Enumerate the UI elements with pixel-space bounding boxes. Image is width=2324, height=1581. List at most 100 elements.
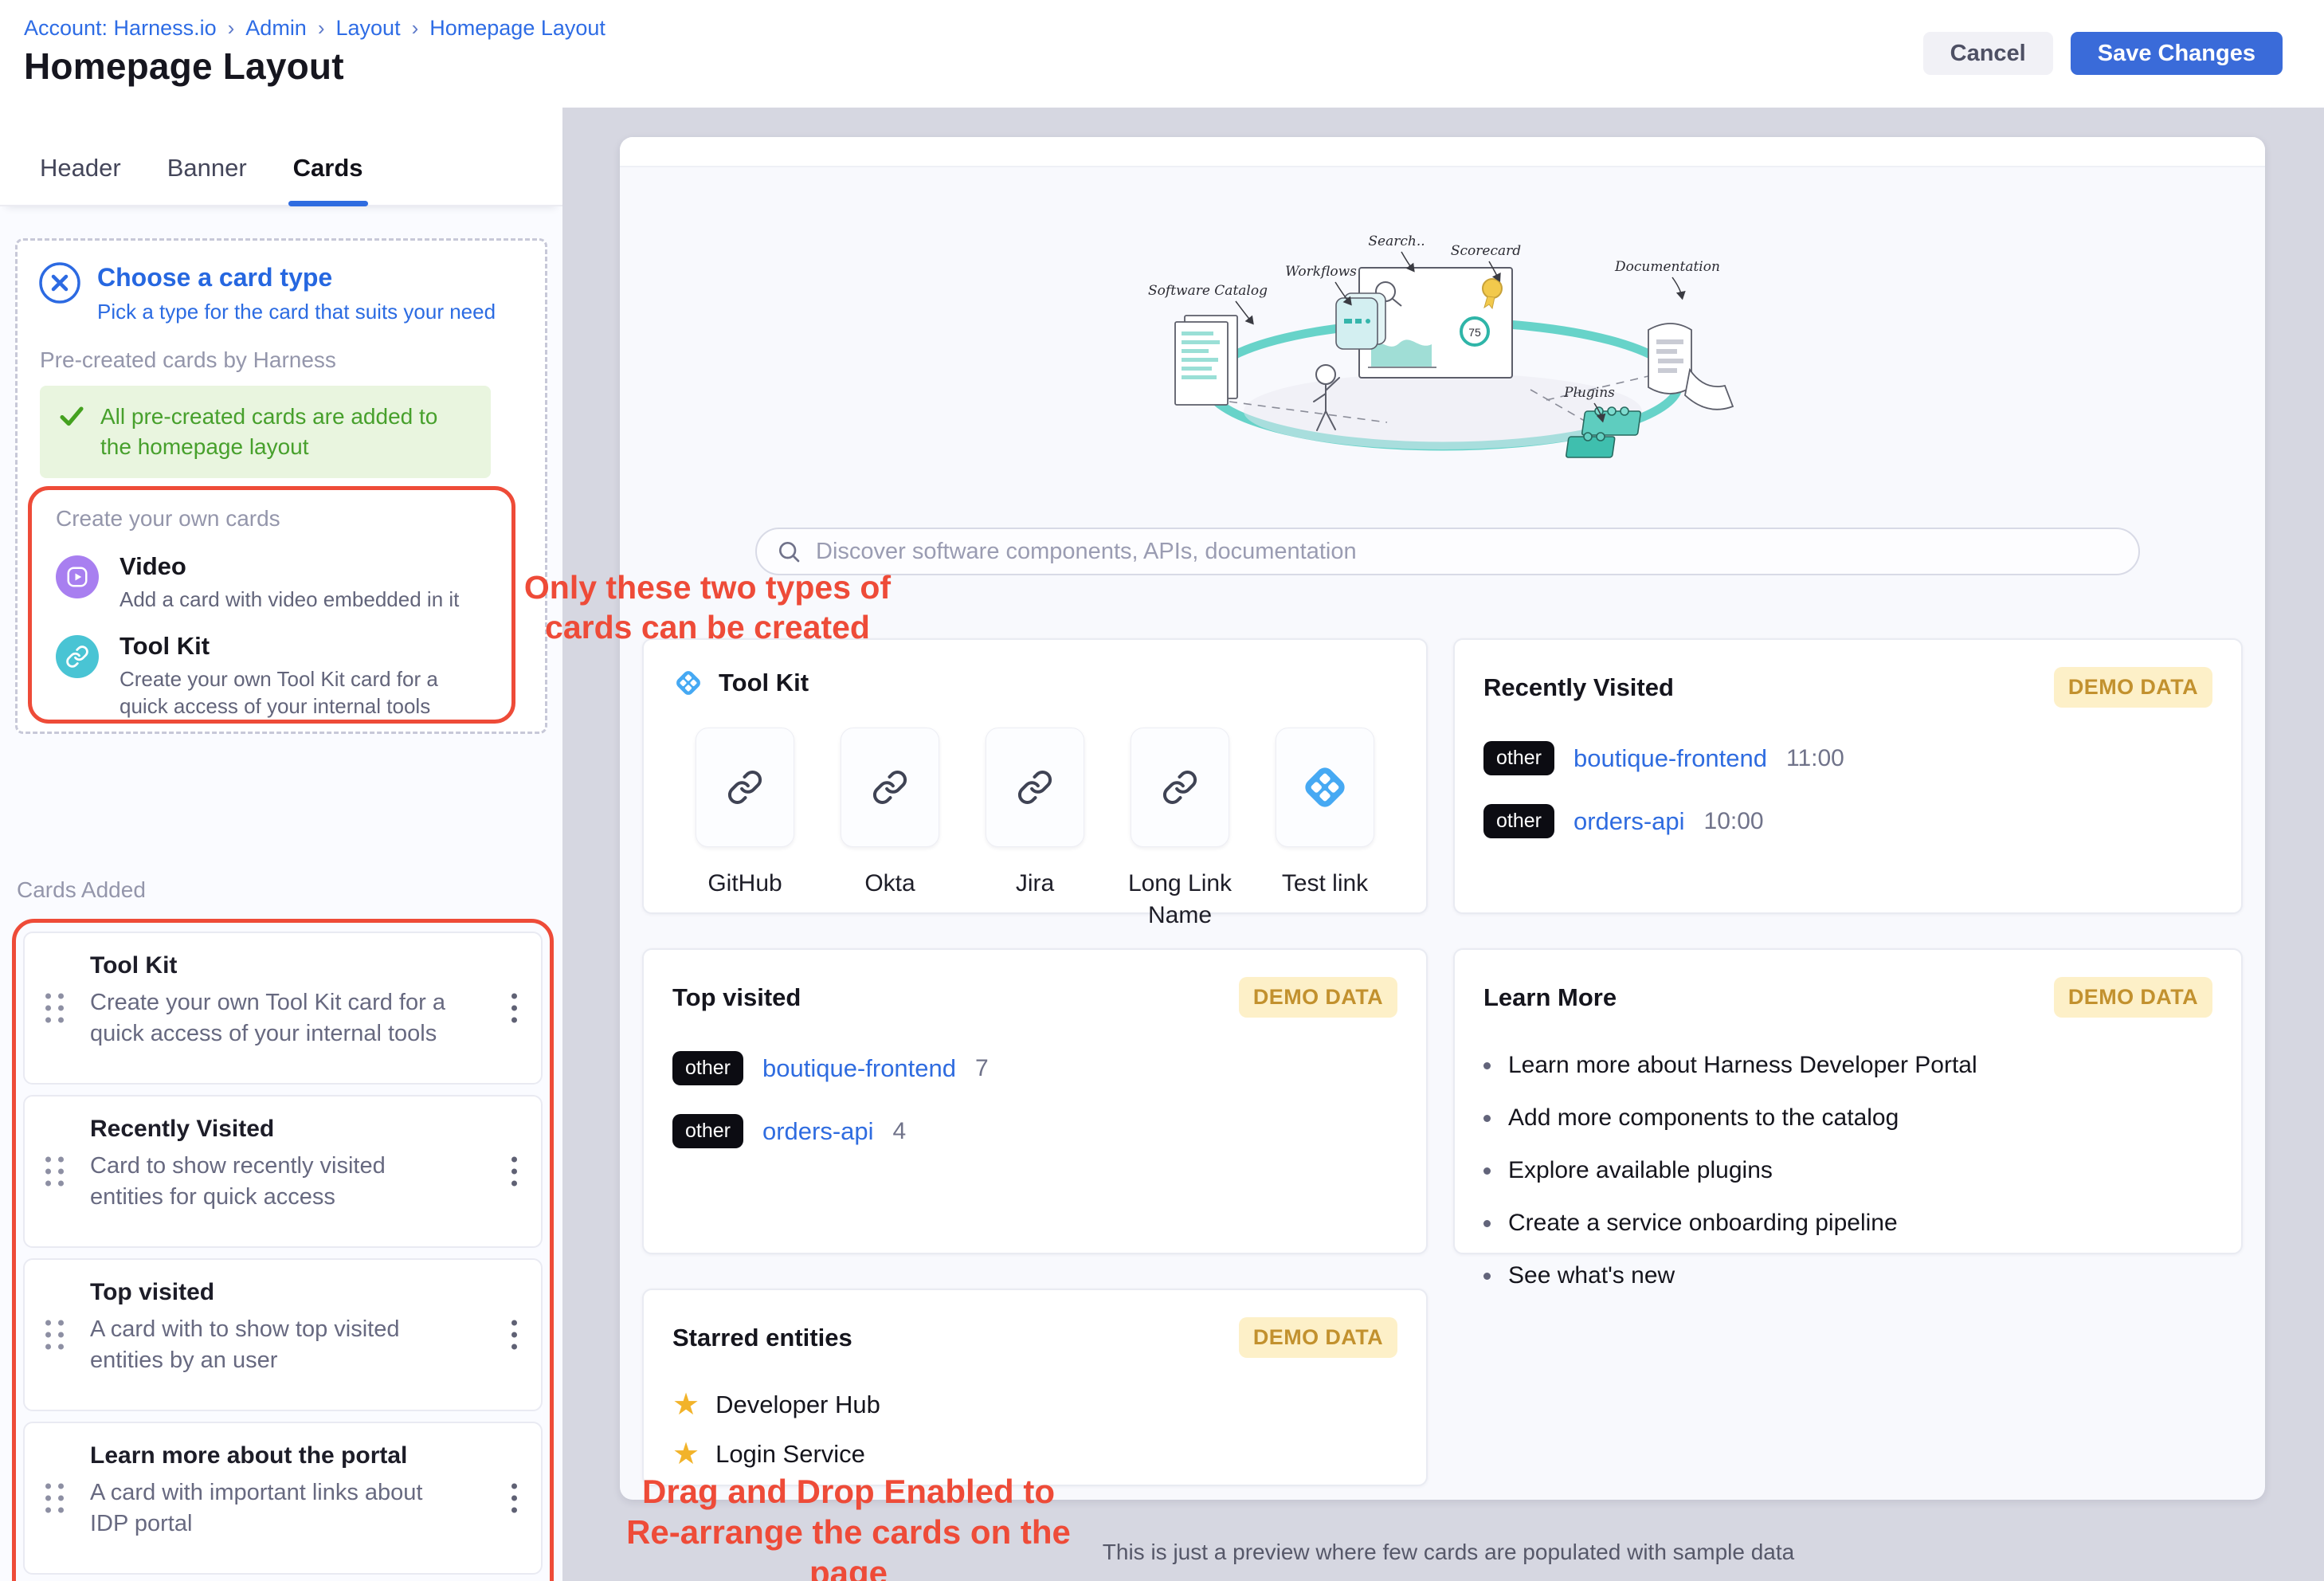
link-icon [727,769,763,806]
breadcrumb-admin-link[interactable]: Admin [245,16,307,41]
entity-count: 7 [975,1055,989,1082]
added-card-title: Learn more about the portal [90,1442,407,1469]
kebab-menu-icon[interactable] [505,1151,523,1193]
drag-handle-icon[interactable] [45,1484,65,1513]
starred-entity-row[interactable]: ★Developer Hub [672,1390,1397,1420]
drag-handle-icon[interactable] [45,1157,65,1187]
toolkit-link-jira[interactable]: Jira [962,728,1107,932]
breadcrumb-homepage-layout-link[interactable]: Homepage Layout [429,16,605,41]
entity-row: other boutique-frontend 7 [672,1051,1397,1085]
entity-row: other orders-api 10:00 [1483,804,2212,838]
preview-search-bar [755,528,2140,575]
learn-more-text: Create a service onboarding pipeline [1508,1207,1898,1239]
bullet-icon [1483,1167,1491,1175]
toolkit-link-label: Okta [864,868,915,900]
kebab-menu-icon[interactable] [505,1314,523,1356]
kebab-menu-icon[interactable] [505,987,523,1030]
learn-more-item[interactable]: Add more components to the catalog [1483,1102,2212,1134]
learn-more-item[interactable]: Create a service onboarding pipeline [1483,1207,2212,1239]
entity-time: 10:00 [1704,808,1764,835]
card-type-option-toolkit[interactable]: Tool Kit Create your own Tool Kit card f… [56,632,478,720]
card-title: Top visited [672,983,801,1012]
svg-text:Documentation: Documentation [1614,259,1720,275]
homepage-preview-panel: 75 Software Catalog Wo [620,137,2265,1500]
tab-banner[interactable]: Banner [167,154,247,205]
entity-link[interactable]: boutique-frontend [762,1054,956,1083]
harness-diamond-icon [672,667,704,699]
breadcrumb-account-link[interactable]: Account: Harness.io [24,16,217,41]
preview-card-toolkit: Tool Kit GitHub Okta Jira Long Link Name [642,638,1428,914]
sidebar: Header Banner Cards Choose a card type P… [0,108,562,1581]
svg-text:Scorecard: Scorecard [1450,243,1520,259]
breadcrumb-layout-link[interactable]: Layout [336,16,401,41]
learn-more-item[interactable]: Learn more about Harness Developer Porta… [1483,1049,2212,1081]
starred-entity-name: Developer Hub [715,1391,880,1419]
header-actions: Cancel Save Changes [1923,32,2283,75]
added-card-desc: A card with to show top visited entities… [90,1314,464,1376]
added-card-title: Recently Visited [90,1116,274,1143]
option-title: Video [120,552,459,581]
card-title: Starred entities [672,1324,852,1352]
link-icon [1162,769,1198,806]
demo-data-badge: DEMO DATA [1239,1317,1397,1358]
entity-link[interactable]: orders-api [762,1117,874,1146]
toolkit-link-label: Jira [1016,868,1054,900]
bullet-icon [1483,1062,1491,1069]
page-title: Homepage Layout [24,45,344,88]
link-icon [872,769,908,806]
svg-text:Software Catalog: Software Catalog [1148,283,1268,299]
preview-card-top-visited: Top visited DEMO DATA other boutique-fro… [642,948,1428,1254]
bullet-icon [1483,1220,1491,1227]
cancel-button[interactable]: Cancel [1923,32,2053,75]
added-card-top-visited[interactable]: Top visited A card with to show top visi… [23,1258,543,1411]
drag-handle-icon[interactable] [45,1320,65,1350]
learn-more-text: Explore available plugins [1508,1155,1773,1187]
cards-added-label: Cards Added [17,877,146,903]
entity-time: 11:00 [1786,745,1844,772]
toolkit-link-long-link-name[interactable]: Long Link Name [1107,728,1252,932]
preview-topbar [620,137,2265,167]
toolkit-link-github[interactable]: GitHub [672,728,817,932]
toolkit-link-label: Test link [1282,868,1368,900]
tab-header[interactable]: Header [40,154,121,205]
search-input[interactable] [816,539,2119,565]
cards-added-annotation-box: Tool Kit Create your own Tool Kit card f… [12,919,554,1581]
close-icon[interactable] [38,261,81,304]
drag-handle-icon[interactable] [45,994,65,1023]
learn-more-item[interactable]: See what's new [1483,1260,2212,1292]
option-title: Tool Kit [120,632,478,661]
added-card-recently-visited[interactable]: Recently Visited Card to show recently v… [23,1095,543,1248]
toolkit-link-okta[interactable]: Okta [817,728,962,932]
toolkit-link-label: Long Link Name [1110,868,1250,932]
tabs-row: Header Banner Cards [0,108,562,206]
app-header: Account: Harness.io Admin Layout Homepag… [0,0,2324,108]
create-own-cards-label: Create your own cards [56,506,280,532]
video-icon [56,555,99,598]
search-icon [776,539,801,564]
harness-diamond-icon [1299,761,1351,814]
svg-text:Workflows: Workflows [1285,264,1357,280]
added-card-desc: Card to show recently visited entities f… [90,1151,464,1213]
card-type-option-video[interactable]: Video Add a card with video embedded in … [56,552,459,613]
bullet-icon [1483,1273,1491,1280]
preview-card-learn-more: Learn More DEMO DATA Learn more about Ha… [1453,948,2243,1254]
entity-link[interactable]: orders-api [1574,807,1685,836]
save-changes-button[interactable]: Save Changes [2071,32,2283,75]
toolkit-links-row: GitHub Okta Jira Long Link Name Test lin… [672,728,1397,932]
added-card-learn-more[interactable]: Learn more about the portal A card with … [23,1422,543,1575]
card-type-chooser-panel: Choose a card type Pick a type for the c… [15,238,547,734]
tab-cards[interactable]: Cards [293,154,363,205]
entity-kind-badge: other [1483,741,1554,775]
added-card-toolkit[interactable]: Tool Kit Create your own Tool Kit card f… [23,932,543,1085]
card-title: Recently Visited [1483,673,1674,702]
bullet-icon [1483,1115,1491,1122]
learn-more-text: See what's new [1508,1260,1675,1292]
svg-text:75: 75 [1468,326,1481,339]
kebab-menu-icon[interactable] [505,1477,523,1520]
star-icon: ★ [672,1439,700,1469]
learn-more-item[interactable]: Explore available plugins [1483,1155,2212,1187]
entity-link[interactable]: boutique-frontend [1574,744,1767,773]
added-card-title: Tool Kit [90,952,177,979]
toolkit-link-test-link[interactable]: Test link [1252,728,1397,932]
starred-entity-row[interactable]: ★Login Service [672,1439,1397,1469]
